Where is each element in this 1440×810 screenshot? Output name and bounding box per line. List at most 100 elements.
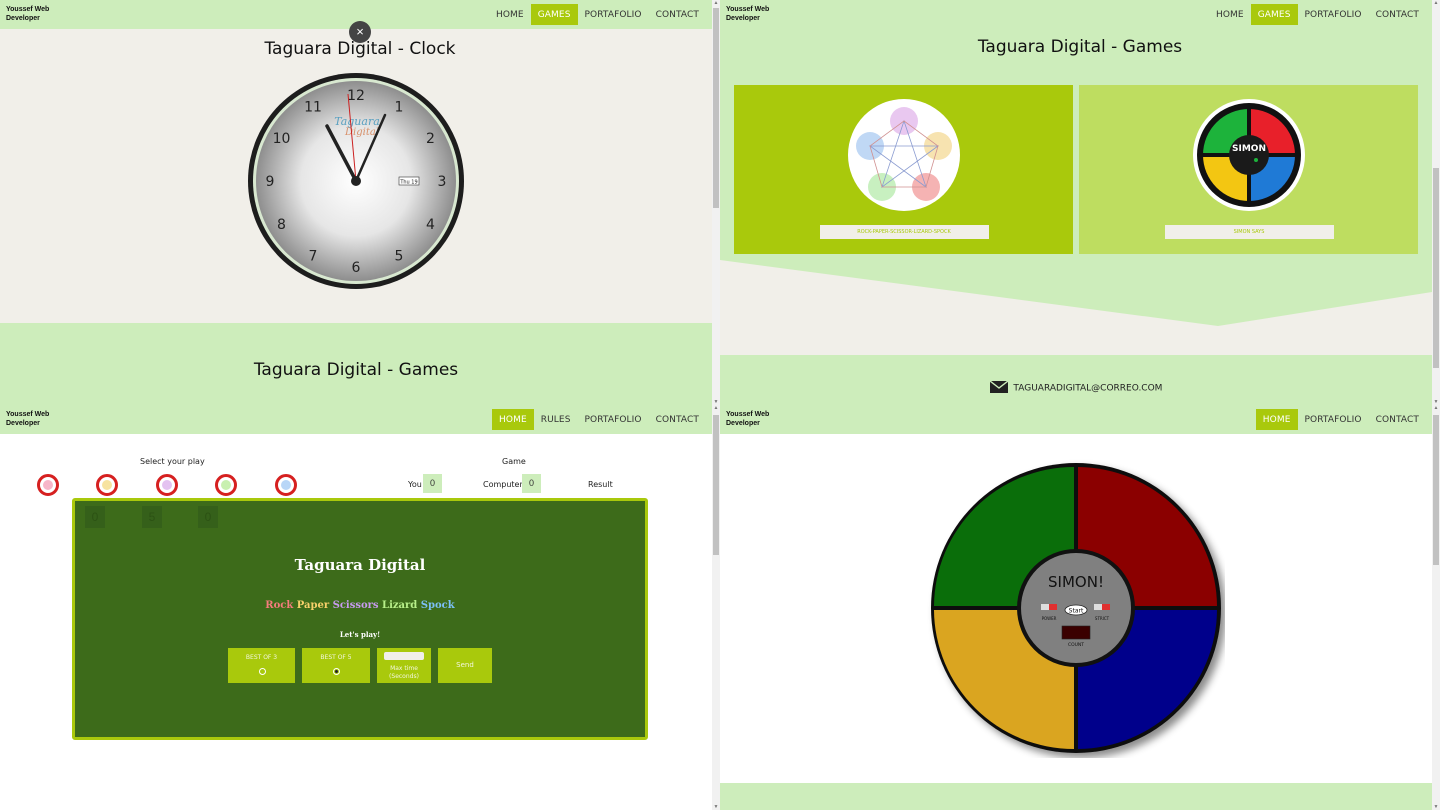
best-of-5-radio[interactable] bbox=[333, 668, 340, 675]
you-label: You bbox=[408, 480, 422, 489]
clock-number: 10 bbox=[273, 131, 291, 147]
nav-games[interactable]: GAMES bbox=[1250, 4, 1298, 25]
brand-line-1: Youssef Web bbox=[6, 6, 50, 13]
simon-title: SIMON! bbox=[1048, 573, 1104, 591]
scroll-thumb[interactable] bbox=[1433, 168, 1439, 368]
seconds-label: (Seconds) bbox=[389, 673, 419, 680]
nav-rules[interactable]: RULES bbox=[534, 409, 578, 430]
best-of-5-label: BEST OF 5 bbox=[320, 654, 352, 661]
nav-contact[interactable]: CONTACT bbox=[1369, 409, 1426, 430]
clock-number: 1 bbox=[395, 100, 404, 116]
scrollbar[interactable]: ▲ ▼ bbox=[1432, 405, 1440, 810]
brand-line-1: Youssef Web bbox=[6, 411, 50, 418]
nav-contact[interactable]: CONTACT bbox=[1369, 4, 1426, 25]
brand-line-2: Developer bbox=[726, 15, 760, 22]
simon-label[interactable]: SIMON SAYS bbox=[1164, 225, 1334, 239]
scroll-thumb[interactable] bbox=[713, 415, 719, 555]
card-simon[interactable]: SIMON SIMON SAYS bbox=[1079, 85, 1418, 254]
nav-contact[interactable]: CONTACT bbox=[649, 409, 706, 430]
rpsls-image bbox=[847, 99, 960, 211]
you-score: 0 bbox=[423, 474, 442, 493]
scissors-icon bbox=[162, 480, 172, 490]
simon-image: SIMON bbox=[1192, 99, 1305, 211]
count-display bbox=[1061, 625, 1091, 640]
simon-logo-text: SIMON bbox=[1232, 144, 1266, 154]
computer-score: 0 bbox=[522, 474, 541, 493]
scroll-thumb[interactable] bbox=[1433, 415, 1439, 565]
games-section-band: Taguara Digital - Games bbox=[0, 323, 712, 405]
nav-contact[interactable]: CONTACT bbox=[649, 4, 706, 25]
brand-logo[interactable]: Youssef Web Developer bbox=[6, 5, 66, 23]
games-hero-chevron bbox=[720, 258, 1432, 326]
clock-number: 8 bbox=[277, 217, 286, 233]
subtitle-scissors: Scissors bbox=[332, 600, 379, 611]
clock-number: 9 bbox=[266, 174, 275, 190]
clock-number: 12 bbox=[347, 88, 365, 104]
best-of-3-radio[interactable] bbox=[258, 668, 266, 675]
footer-band bbox=[720, 783, 1432, 810]
spock-button[interactable] bbox=[275, 474, 297, 496]
power-switch[interactable] bbox=[1041, 604, 1057, 610]
clock-page-pane: Youssef Web Developer HOME GAMES PORTAFO… bbox=[0, 0, 720, 405]
brand-logo[interactable]: Youssef Web Developer bbox=[726, 410, 786, 428]
nav-home[interactable]: HOME bbox=[489, 4, 531, 25]
power-label: POWER bbox=[1042, 616, 1057, 621]
analog-clock: 121234567891011 Taguara Digital Thu 19 bbox=[248, 73, 464, 289]
nav-games[interactable]: GAMES bbox=[530, 4, 578, 25]
clock-number: 4 bbox=[426, 217, 435, 233]
clock-center-pin bbox=[351, 176, 361, 186]
max-time-label: Max time bbox=[390, 665, 418, 672]
max-time-input[interactable] bbox=[384, 652, 424, 660]
subtitle-spock: Spock bbox=[420, 600, 455, 611]
lets-play-label: Let's play! bbox=[339, 630, 381, 639]
best-of-3-option[interactable]: BEST OF 3 bbox=[228, 648, 295, 683]
rpsls-label[interactable]: ROCK-PAPER-SCISSOR-LIZARD-SPOCK bbox=[819, 225, 989, 239]
nav-home[interactable]: HOME bbox=[1209, 4, 1251, 25]
send-button[interactable]: Send bbox=[438, 648, 492, 683]
strict-switch[interactable] bbox=[1094, 604, 1110, 610]
lizard-button[interactable] bbox=[215, 474, 237, 496]
rock-button[interactable] bbox=[37, 474, 59, 496]
scrollbar[interactable]: ▲ ▼ bbox=[1432, 0, 1440, 405]
start-label: Start bbox=[1069, 608, 1084, 615]
game-label: Game bbox=[502, 457, 526, 466]
close-button[interactable]: × bbox=[349, 21, 371, 43]
card-rpsls[interactable]: ROCK-PAPER-SCISSOR-LIZARD-SPOCK bbox=[734, 85, 1073, 254]
rock-icon bbox=[43, 480, 53, 490]
clock-number: 6 bbox=[352, 260, 361, 276]
spock-icon bbox=[281, 480, 291, 490]
simon-device-icon: SIMON bbox=[1196, 103, 1301, 207]
clock-number: 11 bbox=[304, 100, 322, 116]
scrollbar[interactable]: ▲ ▼ bbox=[712, 405, 720, 810]
nav-portafolio[interactable]: PORTAFOLIO bbox=[1298, 409, 1369, 430]
contact-email[interactable]: TAGUARADIGITAL@CORREO.COM bbox=[1013, 384, 1162, 394]
paper-icon bbox=[102, 480, 112, 490]
brand-logo[interactable]: Youssef Web Developer bbox=[6, 410, 66, 428]
nav-portafolio[interactable]: PORTAFOLIO bbox=[1298, 4, 1369, 25]
scroll-thumb[interactable] bbox=[713, 8, 719, 208]
nav-portafolio[interactable]: PORTAFOLIO bbox=[578, 4, 649, 25]
result-label: Result bbox=[588, 480, 613, 489]
brand-logo[interactable]: Youssef Web Developer bbox=[726, 5, 786, 23]
close-icon: × bbox=[356, 24, 364, 39]
brand-line-1: Youssef Web bbox=[726, 411, 770, 418]
subtitle-rock: Rock bbox=[265, 600, 294, 611]
best-of-5-option[interactable]: BEST OF 5 bbox=[302, 648, 370, 683]
scissors-button[interactable] bbox=[156, 474, 178, 496]
subtitle-paper: Paper bbox=[296, 600, 330, 611]
count-label: COUNT bbox=[1068, 642, 1084, 648]
clock-number: 5 bbox=[395, 248, 404, 264]
computer-label: Computer bbox=[483, 480, 523, 489]
paper-button[interactable] bbox=[96, 474, 118, 496]
nav-portafolio[interactable]: PORTAFOLIO bbox=[578, 409, 649, 430]
brand-line-2: Developer bbox=[6, 15, 40, 22]
rpsls-subtitle: Rock Paper Scissors Lizard Spock bbox=[75, 600, 645, 611]
rps-page-pane: Youssef Web Developer HOME RULES PORTAFO… bbox=[0, 405, 720, 810]
games-section-title: Taguara Digital - Games bbox=[253, 360, 459, 380]
scrollbar[interactable]: ▲ ▼ bbox=[712, 0, 720, 405]
nav-home[interactable]: HOME bbox=[1255, 409, 1298, 430]
nav-home[interactable]: HOME bbox=[492, 409, 534, 430]
brand-line-2: Developer bbox=[6, 420, 40, 427]
clock-number: 7 bbox=[309, 248, 318, 264]
contact-band: TAGUARADIGITAL@CORREO.COM bbox=[720, 355, 1432, 405]
